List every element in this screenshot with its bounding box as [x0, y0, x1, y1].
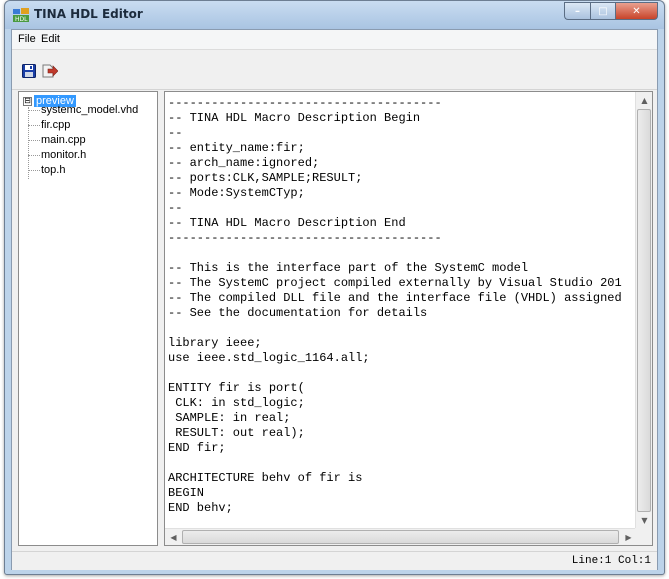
- export-icon: [42, 64, 58, 78]
- menu-file[interactable]: File: [15, 33, 39, 45]
- code-line[interactable]: [168, 366, 633, 381]
- code-line[interactable]: library ieee;: [168, 336, 633, 351]
- close-button[interactable]: ✕: [615, 2, 658, 20]
- code-line[interactable]: -- arch_name:ignored;: [168, 156, 633, 171]
- window-title: TINA HDL Editor: [34, 7, 143, 21]
- maximize-button[interactable]: □: [590, 2, 615, 20]
- code-line[interactable]: -- See the documentation for details: [168, 306, 633, 321]
- tree-item-monitor-h[interactable]: monitor.h: [28, 149, 86, 161]
- save-icon: [22, 64, 36, 78]
- code-line[interactable]: END behv;: [168, 501, 633, 516]
- vertical-scroll-thumb[interactable]: [637, 109, 651, 512]
- svg-text:HDL: HDL: [15, 16, 28, 22]
- code-line[interactable]: [168, 456, 633, 471]
- app-window: HDL TINA HDL Editor – □ ✕ File Edit ⊟ pr…: [4, 0, 665, 575]
- tree-item-systemc-model[interactable]: systemc_model.vhd: [28, 104, 138, 116]
- code-line[interactable]: [168, 246, 633, 261]
- code-line[interactable]: --------------------------------------: [168, 231, 633, 246]
- code-line[interactable]: RESULT: out real);: [168, 426, 633, 441]
- scroll-up-icon[interactable]: ▲: [636, 92, 652, 109]
- tree-item-label: fir.cpp: [41, 119, 71, 131]
- code-line[interactable]: BEGIN: [168, 486, 633, 501]
- horizontal-scroll-thumb[interactable]: [182, 530, 619, 544]
- export-button[interactable]: [41, 62, 59, 80]
- tree-item-fir-cpp[interactable]: fir.cpp: [28, 119, 70, 131]
- code-line[interactable]: SAMPLE: in real;: [168, 411, 633, 426]
- app-icon: HDL: [13, 8, 29, 22]
- code-line[interactable]: -- entity_name:fir;: [168, 141, 633, 156]
- file-tree: ⊟ preview systemc_model.vhd fir.cpp main…: [18, 91, 158, 546]
- tree-item-label: top.h: [41, 164, 66, 176]
- vertical-scrollbar[interactable]: ▲ ▼: [635, 92, 652, 529]
- tree-item-label: monitor.h: [41, 149, 87, 161]
- code-line[interactable]: -- TINA HDL Macro Description Begin: [168, 111, 633, 126]
- save-button[interactable]: [20, 62, 38, 80]
- scroll-left-icon[interactable]: ◀: [165, 529, 182, 545]
- code-line[interactable]: ARCHITECTURE behv of fir is: [168, 471, 633, 486]
- tree-item-label: main.cpp: [41, 134, 86, 146]
- code-line[interactable]: -- Mode:SystemCTyp;: [168, 186, 633, 201]
- scrollbar-corner: [635, 528, 652, 545]
- code-line[interactable]: --: [168, 126, 633, 141]
- toolbar: [12, 50, 657, 90]
- code-line[interactable]: --------------------------------------: [168, 96, 633, 111]
- tree-item-main-cpp[interactable]: main.cpp: [28, 134, 86, 146]
- code-line[interactable]: ENTITY fir is port(: [168, 381, 633, 396]
- menu-edit[interactable]: Edit: [38, 33, 63, 45]
- code-text[interactable]: -------------------------------------- --…: [168, 96, 633, 518]
- code-line[interactable]: -- This is the interface part of the Sys…: [168, 261, 633, 276]
- cursor-position: Line:1 Col:1: [571, 555, 651, 567]
- code-line[interactable]: CLK: in std_logic;: [168, 396, 633, 411]
- code-line[interactable]: -- The compiled DLL file and the interfa…: [168, 291, 633, 306]
- tree-item-label: systemc_model.vhd: [41, 104, 139, 116]
- window-controls: – □ ✕: [564, 2, 658, 20]
- code-editor[interactable]: -------------------------------------- --…: [164, 91, 653, 546]
- scroll-down-icon[interactable]: ▼: [636, 512, 652, 529]
- client-area: File Edit ⊟ preview systemc_model.vhd fi…: [11, 29, 658, 570]
- horizontal-scrollbar[interactable]: ◀ ▶: [165, 528, 637, 545]
- code-line[interactable]: -- TINA HDL Macro Description End: [168, 216, 633, 231]
- code-line[interactable]: -- ports:CLK,SAMPLE;RESULT;: [168, 171, 633, 186]
- tree-item-top-h[interactable]: top.h: [28, 164, 65, 176]
- menu-bar: File Edit: [12, 30, 657, 50]
- code-line[interactable]: --: [168, 201, 633, 216]
- code-line[interactable]: [168, 321, 633, 336]
- code-line[interactable]: use ieee.std_logic_1164.all;: [168, 351, 633, 366]
- code-line[interactable]: END fir;: [168, 441, 633, 456]
- minimize-button[interactable]: –: [564, 2, 590, 20]
- code-line[interactable]: -- The SystemC project compiled external…: [168, 276, 633, 291]
- title-bar[interactable]: HDL TINA HDL Editor – □ ✕: [5, 1, 664, 29]
- status-bar: Line:1 Col:1: [12, 551, 657, 570]
